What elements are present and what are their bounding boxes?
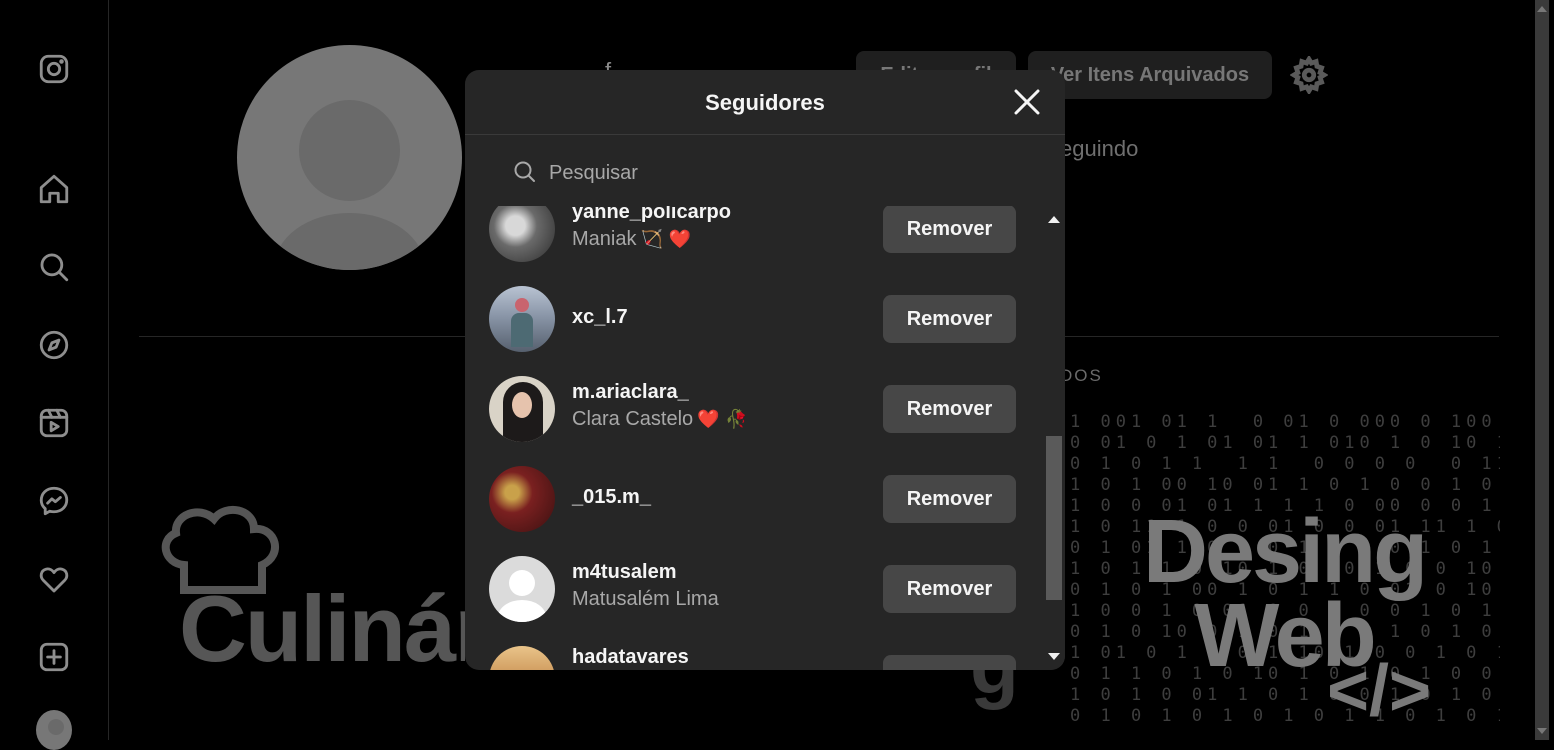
create-icon[interactable]	[36, 639, 72, 675]
list-item: xc_l.7 Remover	[465, 274, 1041, 364]
follower-username[interactable]: xc_l.7	[572, 304, 628, 330]
followers-list: yanne_policarpo Maniak 🏹 ❤️ Remover xc_l.…	[465, 206, 1041, 670]
avatar[interactable]	[489, 286, 555, 352]
followers-modal: Seguidores yanne_policarpo Maniak🏹 ❤️ Re…	[465, 70, 1065, 670]
modal-header: Seguidores	[465, 70, 1065, 135]
avatar[interactable]	[489, 466, 555, 532]
follower-username[interactable]: m4tusalem	[572, 559, 719, 585]
profile-avatar-icon[interactable]	[36, 710, 72, 750]
avatar[interactable]	[489, 646, 555, 670]
instagram-icon[interactable]	[36, 51, 72, 87]
side-navigation	[0, 0, 109, 750]
avatar[interactable]	[489, 376, 555, 442]
follower-names: xc_l.7	[572, 304, 628, 330]
home-icon[interactable]	[36, 171, 72, 207]
follower-fullname: Maniak	[572, 228, 637, 250]
remove-button[interactable]: Remover	[883, 206, 1016, 253]
following-count[interactable]: eguindo	[1060, 136, 1138, 162]
follower-username[interactable]: yanne_policarpo	[572, 206, 731, 225]
search-bar	[489, 148, 1041, 196]
list-item: m4tusalem Matusalém Lima Remover	[465, 544, 1041, 634]
reels-icon[interactable]	[36, 405, 72, 441]
list-item: hadatavares Remover	[465, 634, 1041, 670]
avatar[interactable]	[489, 556, 555, 622]
follower-username[interactable]: _015.m_	[572, 484, 651, 510]
remove-button[interactable]: Remover	[883, 655, 1016, 670]
scroll-thumb[interactable]	[1046, 436, 1062, 600]
modal-scrollbar[interactable]	[1042, 206, 1065, 670]
scroll-up-icon[interactable]	[1048, 216, 1060, 223]
heart-icon[interactable]	[36, 561, 72, 597]
page-scrollbar[interactable]	[1530, 0, 1554, 740]
list-item: m.ariaclara_ Clara Castelo ❤️ 🥀 Remover	[465, 364, 1041, 454]
profile-avatar	[237, 45, 462, 270]
follower-names: m4tusalem Matusalém Lima	[572, 559, 719, 613]
remove-button[interactable]: Remover	[883, 475, 1016, 523]
follower-names: yanne_policarpo Maniak 🏹 ❤️	[572, 206, 731, 254]
messenger-icon[interactable]	[36, 483, 72, 519]
remove-button[interactable]: Remover	[883, 295, 1016, 343]
post-code-symbol: </>	[1327, 651, 1432, 731]
follower-emoji: 🏹 ❤️	[640, 229, 692, 250]
follower-names: hadatavares	[572, 644, 689, 670]
gear-icon[interactable]	[1289, 54, 1329, 96]
search-input[interactable]	[547, 158, 951, 188]
avatar[interactable]	[489, 206, 555, 262]
follower-names: _015.m_	[572, 484, 651, 510]
remove-button[interactable]: Remover	[883, 385, 1016, 433]
follower-emoji: ❤️ 🥀	[697, 409, 748, 430]
modal-title: Seguidores	[705, 90, 825, 115]
explore-icon[interactable]	[36, 327, 72, 363]
close-icon[interactable]	[1011, 86, 1043, 118]
follower-fullname: Clara Castelo	[572, 408, 694, 430]
follower-username[interactable]: hadatavares	[572, 644, 689, 670]
search-icon	[513, 160, 537, 184]
list-item: yanne_policarpo Maniak 🏹 ❤️ Remover	[465, 206, 1041, 274]
list-item: _015.m_ Remover	[465, 454, 1041, 544]
tab-saved[interactable]: DOS	[1060, 366, 1103, 386]
remove-button[interactable]: Remover	[883, 565, 1016, 613]
post-thumbnail-desing-web[interactable]: 1 001 01 1 0 01 0 000 0 100 1 10 0 0 0 0…	[1065, 410, 1500, 740]
follower-username[interactable]: m.ariaclara_	[572, 379, 748, 405]
scroll-down-icon[interactable]	[1048, 653, 1060, 660]
search-icon[interactable]	[36, 249, 72, 285]
follower-names: m.ariaclara_ Clara Castelo ❤️ 🥀	[572, 379, 748, 434]
follower-fullname: Matusalém Lima	[572, 588, 719, 610]
post-brand-text: Culinár	[179, 576, 465, 681]
post-thumbnail-culinaria[interactable]: Culinár	[139, 400, 465, 740]
